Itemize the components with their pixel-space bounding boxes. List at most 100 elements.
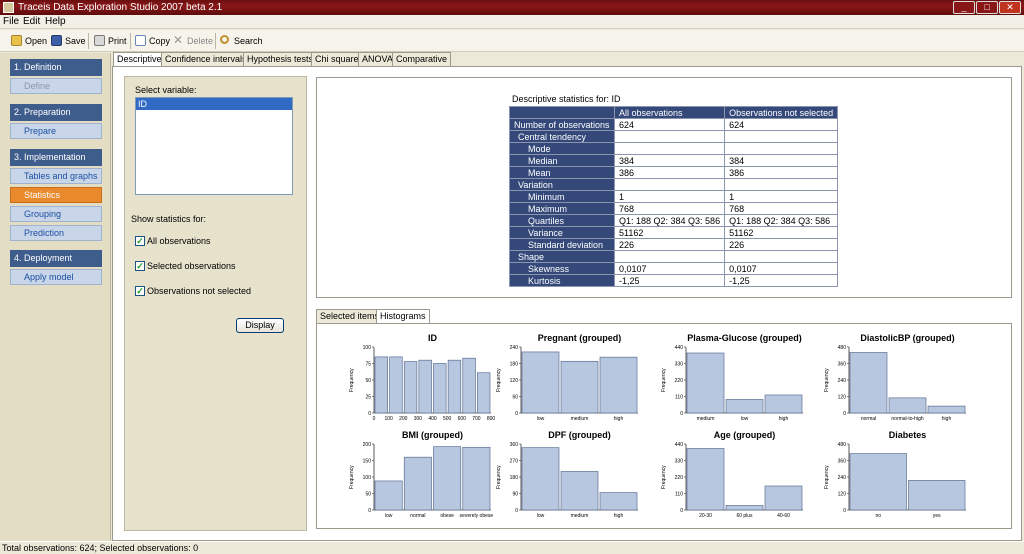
table-row-label: Maximum: [509, 202, 615, 215]
y-tick-label: 110: [675, 492, 683, 498]
histogram-bar: [560, 471, 599, 511]
tab-chi-square[interactable]: Chi square: [311, 52, 363, 66]
x-tick-label: low: [741, 416, 749, 422]
table-cell-not-selected: 386: [724, 166, 839, 179]
table-header-row: All observations Observations not select…: [509, 106, 839, 119]
section-implementation[interactable]: 3. Implementation: [10, 149, 102, 166]
variable-list[interactable]: [135, 97, 293, 195]
tab-histograms[interactable]: Histograms: [376, 309, 430, 324]
nav-define[interactable]: Define: [10, 78, 102, 94]
toolbar-separator: [215, 33, 216, 49]
section-definition[interactable]: 1. Definition: [10, 59, 102, 76]
tab-confidence-intervals[interactable]: Confidence intervals: [161, 52, 251, 66]
display-button[interactable]: Display: [236, 318, 284, 333]
y-tick-label: 440: [675, 345, 684, 351]
table-cell-not-selected: [724, 250, 839, 263]
table-row: Mean 386 386: [509, 166, 839, 179]
variable-list-item[interactable]: ID: [136, 98, 292, 110]
nav-prediction[interactable]: Prediction: [10, 225, 102, 241]
nav-tables-and-graphs[interactable]: Tables and graphs: [10, 168, 102, 184]
copy-button[interactable]: Copy: [135, 33, 170, 49]
table-row: Standard deviation 226 226: [509, 238, 839, 251]
y-tick-label: 480: [838, 345, 847, 351]
histogram-bar: [599, 492, 638, 511]
table-row-label: Variance: [509, 226, 615, 239]
observations-not-selected-checkbox[interactable]: ✓: [135, 286, 145, 296]
y-tick-label: 360: [838, 362, 847, 368]
chart-title: Pregnant (grouped): [538, 333, 622, 343]
table-row: Shape: [509, 250, 839, 263]
x-tick-label: high: [779, 416, 789, 422]
y-tick-label: 120: [838, 492, 847, 498]
table-row: Central tendency: [509, 130, 839, 143]
y-tick-label: 360: [510, 442, 519, 448]
delete-button[interactable]: ✕ Delete: [173, 33, 213, 49]
copy-icon: [135, 35, 146, 46]
histogram-bar: [462, 446, 491, 511]
table-cell-all: 768: [613, 202, 726, 215]
tab-selected-items[interactable]: Selected items: [316, 309, 384, 323]
histogram-bar: [849, 352, 888, 414]
maximize-button[interactable]: □: [976, 1, 998, 14]
menu-help[interactable]: Help: [45, 16, 66, 27]
y-tick-label: 120: [838, 395, 847, 401]
table-row: Median 384 384: [509, 154, 839, 167]
table-cell-not-selected: 51162: [724, 226, 839, 239]
chart-title: DiastolicBP (grouped): [860, 333, 954, 343]
y-tick-label: 0: [368, 411, 371, 417]
nav-statistics[interactable]: Statistics: [10, 187, 102, 203]
tab-descriptive[interactable]: Descriptive: [113, 52, 166, 67]
menu-edit[interactable]: Edit: [23, 16, 40, 27]
app-icon: [3, 2, 14, 13]
table-cell-not-selected: 226: [724, 238, 839, 251]
y-tick-label: 100: [363, 345, 372, 351]
all-observations-checkbox[interactable]: ✓: [135, 236, 145, 246]
x-tick-label: obese: [440, 513, 454, 519]
table-row: Number of observations 624 624: [509, 118, 839, 131]
tab-comparative[interactable]: Comparative: [392, 52, 452, 66]
search-button[interactable]: Search: [220, 33, 263, 49]
table-cell-all: 51162: [613, 226, 726, 239]
table-cell-all: 384: [613, 154, 726, 167]
x-tick-label: 20-30: [699, 513, 712, 519]
histogram-bar: [403, 456, 432, 511]
y-tick-label: 240: [838, 378, 847, 384]
section-preparation[interactable]: 2. Preparation: [10, 104, 102, 121]
nav-apply-model[interactable]: Apply model: [10, 269, 102, 285]
selected-observations-checkbox[interactable]: ✓: [135, 261, 145, 271]
chart-title: Age (grouped): [714, 430, 776, 440]
navigation-panel: 1. Definition Define 2. Preparation Prep…: [0, 53, 111, 541]
tab-hypothesis-tests[interactable]: Hypothesis tests: [243, 52, 318, 66]
save-button[interactable]: Save: [51, 33, 86, 49]
table-cell-all: [613, 142, 726, 155]
result-tabs: Selected items Histograms: [316, 309, 436, 324]
section-deployment[interactable]: 4. Deployment: [10, 250, 102, 267]
table-row-label: Minimum: [509, 190, 615, 203]
histogram-bar: [908, 480, 966, 511]
y-tick-label: 270: [510, 459, 519, 465]
y-tick-label: 75: [365, 362, 371, 368]
x-tick-label: high: [614, 416, 624, 422]
copy-label: Copy: [149, 36, 171, 46]
nav-grouping[interactable]: Grouping: [10, 206, 102, 222]
print-button[interactable]: Print: [94, 33, 127, 49]
histogram-bar: [389, 356, 403, 414]
histogram-bar: [599, 356, 638, 414]
chart-title: DPF (grouped): [548, 430, 611, 440]
menu-file[interactable]: File: [3, 16, 19, 27]
open-folder-icon: [11, 35, 22, 46]
table-header-cell: [509, 106, 615, 119]
close-button[interactable]: ✕: [999, 1, 1021, 14]
search-icon: [220, 35, 229, 44]
minimize-button[interactable]: _: [953, 1, 975, 14]
chart-title: Plasma-Glucose (grouped): [687, 333, 802, 343]
y-tick-label: 25: [365, 395, 371, 401]
x-tick-label: low: [537, 513, 545, 519]
x-tick-label: low: [385, 513, 393, 519]
chart-title: ID: [428, 333, 438, 343]
observations-not-selected-label: Observations not selected: [147, 286, 252, 296]
table-header-cell: All observations: [613, 106, 726, 119]
open-button[interactable]: Open: [11, 33, 47, 49]
nav-prepare[interactable]: Prepare: [10, 123, 102, 139]
y-tick-label: 120: [510, 378, 519, 384]
